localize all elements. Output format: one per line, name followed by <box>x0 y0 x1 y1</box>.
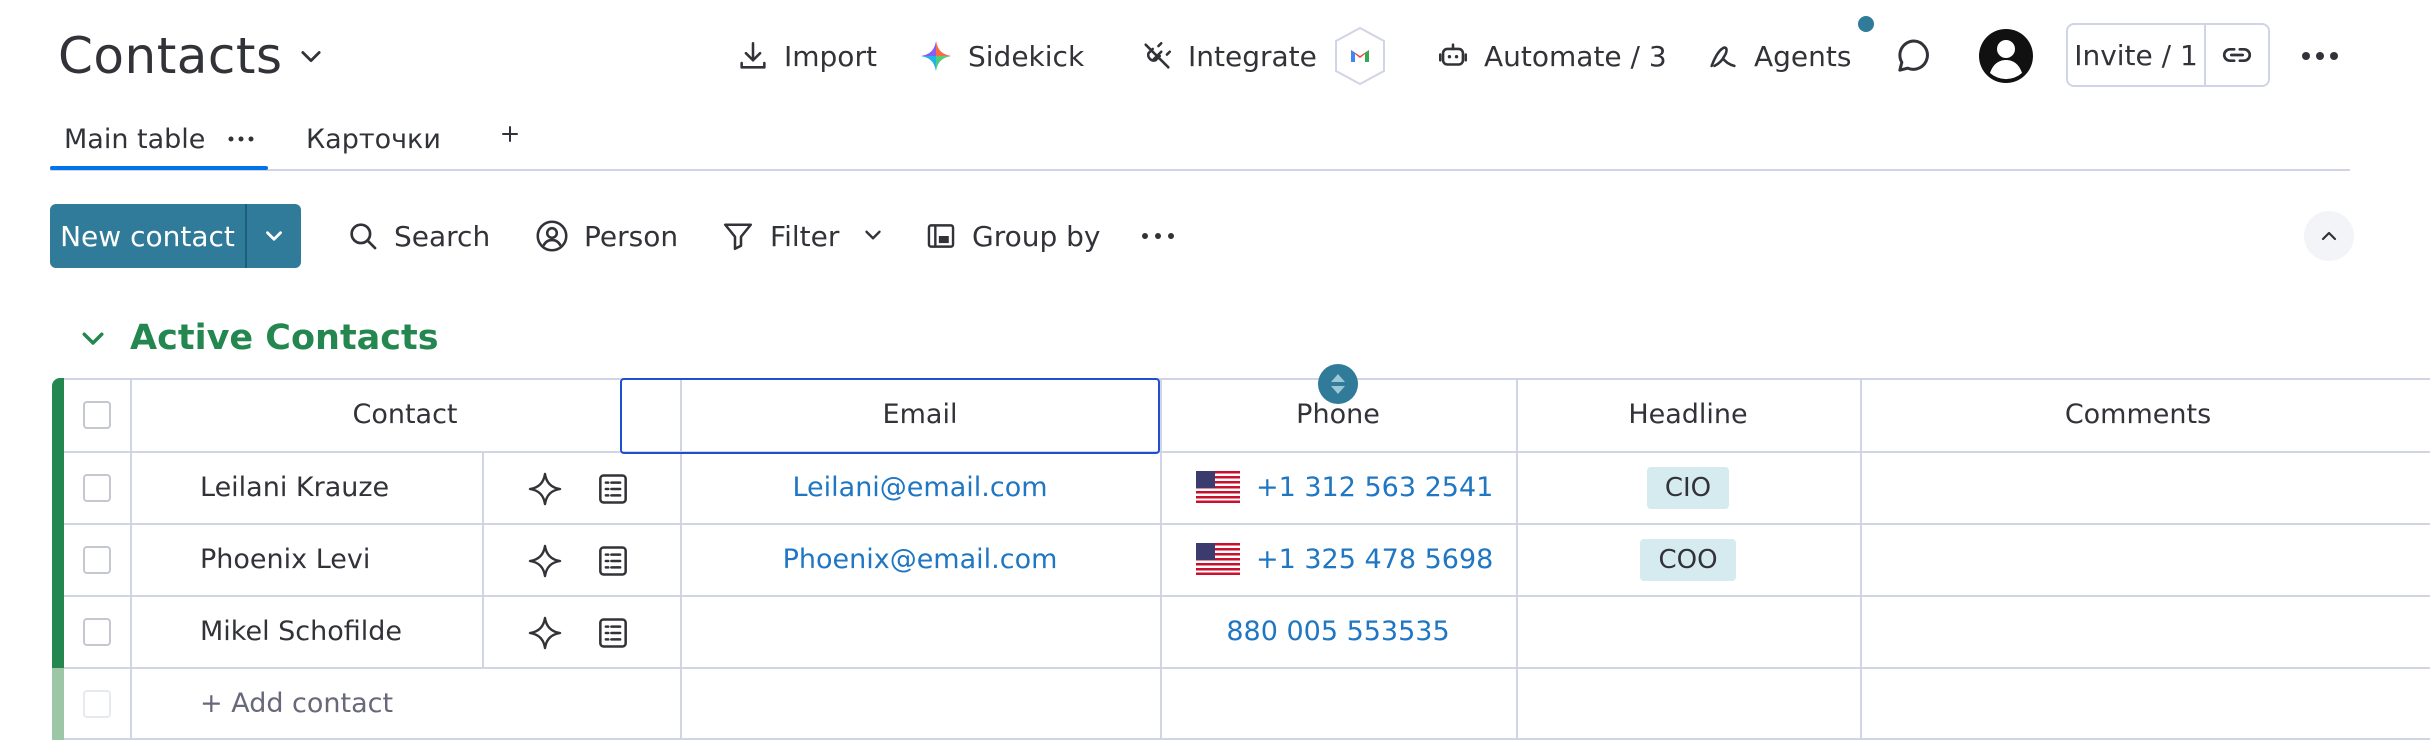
chevron-down-icon <box>261 223 287 249</box>
column-header-comments[interactable]: Comments <box>1860 378 2416 452</box>
tab-label: Карточки <box>306 123 441 155</box>
automate-label: Automate / 3 <box>1484 39 1667 73</box>
tabs-divider <box>50 169 2350 171</box>
link-icon <box>2220 38 2254 72</box>
invite-button[interactable]: Invite / 1 <box>2068 25 2206 85</box>
agents-label: Agents <box>1754 39 1852 73</box>
integrate-label: Integrate <box>1188 39 1317 73</box>
item-card-icon[interactable] <box>594 470 632 508</box>
group-by-icon <box>924 219 958 253</box>
chat-icon[interactable] <box>1894 36 1934 76</box>
ai-sparkle-icon[interactable] <box>526 470 564 508</box>
item-card-icon[interactable] <box>594 614 632 652</box>
contact-name[interactable]: Phoenix Levi <box>200 525 370 595</box>
more-options-icon[interactable] <box>2298 36 2342 76</box>
tab-cards[interactable]: Карточки <box>306 110 441 168</box>
import-button[interactable]: Import <box>736 30 877 82</box>
group-by-label: Group by <box>972 219 1101 253</box>
import-label: Import <box>784 39 877 73</box>
phone-link[interactable]: 880 005 553535 <box>1160 597 1516 667</box>
plug-icon <box>1140 39 1174 73</box>
column-header-email[interactable]: Email <box>680 378 1160 452</box>
table-border <box>64 738 2430 740</box>
filter-label: Filter <box>770 219 840 253</box>
chevron-down-icon[interactable] <box>297 42 325 70</box>
chevron-down-icon[interactable] <box>78 323 108 353</box>
email-link[interactable]: Phoenix@email.com <box>680 525 1160 595</box>
add-contact-row[interactable]: + Add contact <box>200 669 393 738</box>
headline-badge: COO <box>1640 539 1736 581</box>
sidekick-button[interactable]: Sidekick <box>918 30 1084 82</box>
agents-button[interactable]: Agents <box>1706 30 1851 82</box>
download-icon <box>736 39 770 73</box>
headline-cell[interactable]: COO <box>1516 525 1860 595</box>
us-flag-icon <box>1196 471 1240 503</box>
group-header[interactable]: Active Contacts <box>78 310 439 366</box>
person-filter-button[interactable]: Person <box>534 210 678 262</box>
add-row-checkbox <box>83 690 111 718</box>
ai-sparkle-icon[interactable] <box>526 614 564 652</box>
filter-dropdown-icon[interactable] <box>860 222 886 248</box>
ai-sparkle-icon[interactable] <box>526 542 564 580</box>
row-checkbox[interactable] <box>83 474 111 502</box>
tab-main-table[interactable]: Main table <box>64 110 255 168</box>
column-resize-handle[interactable] <box>1318 364 1358 404</box>
integrate-button[interactable]: Integrate <box>1140 24 1389 88</box>
board-title[interactable]: Contacts <box>58 20 325 92</box>
robot-icon <box>1436 39 1470 73</box>
tab-label: Main table <box>64 123 206 155</box>
collapse-header-button[interactable] <box>2304 211 2354 261</box>
email-link[interactable]: Leilani@email.com <box>680 453 1160 523</box>
more-actions-icon[interactable] <box>1140 226 1176 246</box>
group-color-bar-light <box>52 668 64 740</box>
person-icon <box>534 218 570 254</box>
phone-link[interactable]: +1 325 478 5698 <box>1256 525 1493 595</box>
select-all-checkbox[interactable] <box>83 401 111 429</box>
row-checkbox[interactable] <box>83 546 111 574</box>
headline-badge: CIO <box>1646 467 1730 509</box>
notification-dot <box>1858 16 1874 32</box>
agents-icon <box>1706 39 1740 73</box>
table-row[interactable] <box>64 525 2430 595</box>
column-header-headline[interactable]: Headline <box>1516 378 1860 452</box>
search-icon <box>346 219 380 253</box>
person-label: Person <box>584 219 679 253</box>
automate-button[interactable]: Automate / 3 <box>1436 30 1667 82</box>
contact-name[interactable]: Leilani Krauze <box>200 453 389 523</box>
table-border <box>64 667 2430 669</box>
avatar[interactable] <box>1978 28 2034 84</box>
add-view-button[interactable] <box>498 122 522 146</box>
sidekick-label: Sidekick <box>968 39 1085 73</box>
copy-link-button[interactable] <box>2206 25 2268 85</box>
search-button[interactable]: Search <box>346 210 490 262</box>
group-by-button[interactable]: Group by <box>924 210 1101 262</box>
search-label: Search <box>394 219 491 253</box>
drag-icon <box>1327 372 1349 396</box>
new-contact-label[interactable]: New contact <box>50 204 245 268</box>
tab-options-icon[interactable] <box>227 134 255 144</box>
item-card-icon[interactable] <box>594 542 632 580</box>
us-flag-icon <box>1196 543 1240 575</box>
headline-cell[interactable]: CIO <box>1516 453 1860 523</box>
sparkle-icon <box>918 38 954 74</box>
filter-button[interactable]: Filter <box>720 210 839 262</box>
phone-link[interactable]: +1 312 563 2541 <box>1256 453 1493 523</box>
page-title: Contacts <box>58 27 283 85</box>
invite-group: Invite / 1 <box>2066 23 2270 87</box>
active-tab-indicator <box>50 166 268 170</box>
filter-icon <box>720 218 756 254</box>
new-contact-button[interactable]: New contact <box>50 204 301 268</box>
table-row[interactable] <box>64 453 2430 523</box>
row-checkbox[interactable] <box>83 618 111 646</box>
gmail-integration-icon <box>1331 25 1389 87</box>
new-contact-dropdown[interactable] <box>247 204 301 268</box>
column-header-contact[interactable]: Contact <box>130 378 680 452</box>
group-title[interactable]: Active Contacts <box>130 318 439 358</box>
contact-name[interactable]: Mikel Schofilde <box>200 597 402 667</box>
chevron-up-icon <box>2317 224 2341 248</box>
